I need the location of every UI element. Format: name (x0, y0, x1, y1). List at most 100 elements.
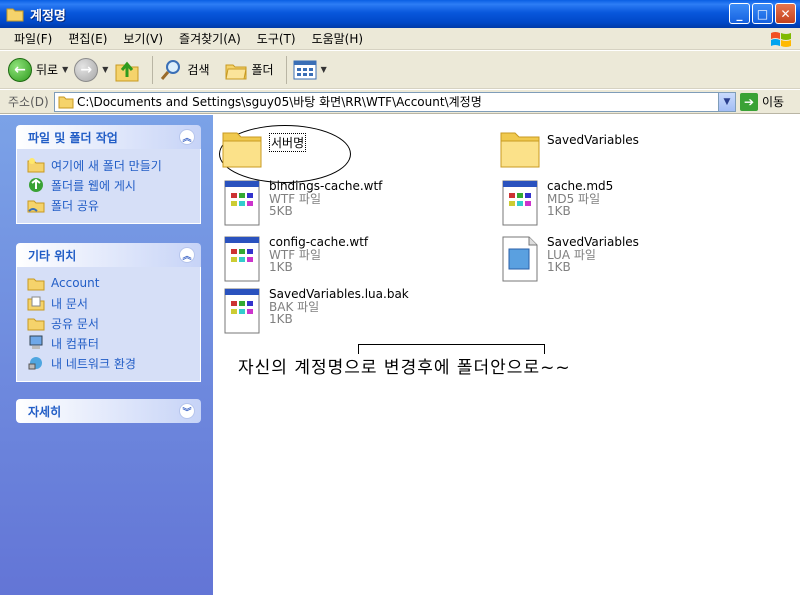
maximize-button[interactable]: □ (752, 3, 773, 24)
views-icon (293, 60, 317, 79)
annotation-text: 자신의 계정명으로 변경후에 폴더안으로~~ (238, 358, 571, 378)
dropdown-arrow-icon[interactable]: ▼ (62, 65, 68, 74)
details-header[interactable]: 자세히 ︾ (16, 399, 201, 423)
folder-icon (27, 278, 45, 291)
lua-file-icon (502, 236, 538, 282)
task-new-folder[interactable]: 여기에 새 폴더 만들기 (27, 155, 190, 175)
task-label: 폴더를 웹에 게시 (51, 178, 136, 193)
file-item-bindings-cache[interactable]: bindings-cache.wtf WTF 파일 5KB (221, 179, 382, 227)
computer-icon (29, 335, 43, 349)
expand-chevron-icon[interactable]: ︾ (179, 403, 195, 419)
place-label: 내 네트워크 환경 (51, 356, 136, 371)
document-icon (224, 288, 260, 334)
forward-arrow-icon: → (74, 57, 99, 82)
toolbar: ← 뒤로 ▼ → ▼ 검색 폴더 ▼ (0, 51, 800, 89)
file-item-cache-md5[interactable]: cache.md5 MD5 파일 1KB (499, 179, 613, 227)
place-label: 공유 문서 (51, 316, 99, 331)
file-size: 1KB (269, 312, 293, 326)
file-name: SavedVariables (547, 235, 639, 249)
address-input[interactable]: C:\Documents and Settings\sguy05\바탕 화면\R… (54, 91, 736, 112)
task-label: 폴더 공유 (51, 198, 99, 213)
collapse-chevron-icon[interactable]: ︽ (179, 247, 195, 263)
place-my-documents[interactable]: 내 문서 (27, 293, 190, 313)
file-item-savedvariables-bak[interactable]: SavedVariables.lua.bak BAK 파일 1KB (221, 287, 409, 335)
search-icon (161, 59, 181, 80)
document-icon (224, 236, 260, 282)
collapse-chevron-icon[interactable]: ︽ (179, 129, 195, 145)
file-item-savedvariables-lua[interactable]: SavedVariables LUA 파일 1KB (499, 235, 639, 283)
new-folder-icon (27, 158, 45, 173)
folders-icon (224, 64, 247, 79)
file-item-server-folder[interactable]: 서버명 (221, 123, 307, 171)
go-button[interactable]: ➔ 이동 (740, 92, 785, 111)
menu-file[interactable]: 파일(F) (6, 30, 60, 47)
file-item-savedvariables-folder[interactable]: SavedVariables (499, 123, 639, 171)
other-places-panel: 기타 위치 ︽ Account 내 문서 공유 문서 내 컴퓨터 내 네트워크 … (16, 243, 201, 382)
place-label: 내 문서 (51, 296, 88, 311)
file-item-config-cache[interactable]: config-cache.wtf WTF 파일 1KB (221, 235, 368, 283)
search-label: 검색 (187, 63, 210, 77)
menu-tools[interactable]: 도구(T) (249, 30, 304, 47)
close-icon: ✕ (780, 6, 791, 21)
menu-favorites[interactable]: 즐겨찾기(A) (171, 30, 249, 47)
task-publish-web[interactable]: 폴더를 웹에 게시 (27, 175, 190, 195)
file-folder-tasks-panel: 파일 및 폴더 작업 ︽ 여기에 새 폴더 만들기 폴더를 웹에 게시 폴더 공… (16, 125, 201, 224)
file-name: cache.md5 (547, 179, 614, 193)
folders-button[interactable]: 폴더 (224, 59, 274, 81)
minimize-button[interactable]: _ (729, 3, 750, 24)
panel-title: 자세히 (28, 404, 62, 419)
place-shared-documents[interactable]: 공유 문서 (27, 313, 190, 333)
other-places-header[interactable]: 기타 위치 ︽ (16, 243, 201, 267)
folder-icon (222, 132, 262, 168)
place-account[interactable]: Account (27, 273, 190, 293)
documents-icon (27, 296, 45, 311)
place-my-computer[interactable]: 내 컴퓨터 (27, 333, 190, 353)
address-path: C:\Documents and Settings\sguy05\바탕 화면\R… (77, 95, 482, 109)
back-button[interactable]: ← 뒤로 ▼ (8, 57, 68, 82)
file-name: SavedVariables (547, 133, 639, 147)
back-arrow-icon: ← (8, 57, 32, 82)
panel-title: 기타 위치 (28, 248, 77, 263)
place-label: Account (51, 276, 100, 290)
shared-folder-icon (27, 318, 45, 331)
task-label: 여기에 새 폴더 만들기 (51, 158, 162, 173)
file-folder-tasks-header[interactable]: 파일 및 폴더 작업 ︽ (16, 125, 201, 149)
forward-button[interactable]: → ▼ (74, 57, 108, 82)
search-button[interactable]: 검색 (159, 58, 210, 82)
dropdown-arrow-icon[interactable]: ▼ (321, 65, 327, 74)
go-label: 이동 (762, 95, 785, 109)
dropdown-arrow-icon[interactable]: ▼ (102, 65, 108, 74)
title-bar: 계정명 _ □ ✕ (0, 0, 800, 28)
share-folder-icon (27, 200, 45, 213)
file-name: SavedVariables.lua.bak (269, 287, 409, 301)
back-label: 뒤로 (36, 63, 59, 77)
folder-icon (500, 132, 540, 168)
up-folder-button[interactable] (114, 57, 140, 83)
address-bar: 주소(D) C:\Documents and Settings\sguy05\바… (0, 90, 800, 114)
place-network[interactable]: 내 네트워크 환경 (27, 353, 190, 373)
maximize-icon: □ (756, 6, 769, 21)
globe-icon (29, 178, 43, 192)
network-icon (28, 357, 42, 370)
file-name: config-cache.wtf (269, 235, 369, 249)
file-size: 5KB (269, 204, 293, 218)
menu-help[interactable]: 도움말(H) (304, 30, 372, 47)
menu-edit[interactable]: 편집(E) (60, 30, 115, 47)
window-title: 계정명 (30, 8, 66, 24)
close-button[interactable]: ✕ (775, 3, 796, 24)
views-button[interactable]: ▼ (293, 59, 327, 81)
file-size: 1KB (269, 260, 293, 274)
menu-view[interactable]: 보기(V) (115, 30, 171, 47)
details-panel: 자세히 ︾ (16, 399, 201, 423)
address-dropdown-button[interactable]: ▼ (718, 92, 735, 111)
menu-bar: 파일(F) 편집(E) 보기(V) 즐겨찾기(A) 도구(T) 도움말(H) (0, 28, 800, 50)
task-share-folder[interactable]: 폴더 공유 (27, 195, 190, 215)
panel-title: 파일 및 폴더 작업 (28, 130, 118, 145)
file-size: 1KB (547, 204, 571, 218)
folder-icon (58, 96, 74, 108)
document-icon (224, 180, 260, 226)
windows-logo-icon (771, 32, 791, 47)
place-label: 내 컴퓨터 (51, 336, 99, 351)
file-list: 서버명 SavedVariables bindings-cache.wtf WT… (213, 115, 800, 595)
go-arrow-icon: ➔ (740, 92, 758, 111)
